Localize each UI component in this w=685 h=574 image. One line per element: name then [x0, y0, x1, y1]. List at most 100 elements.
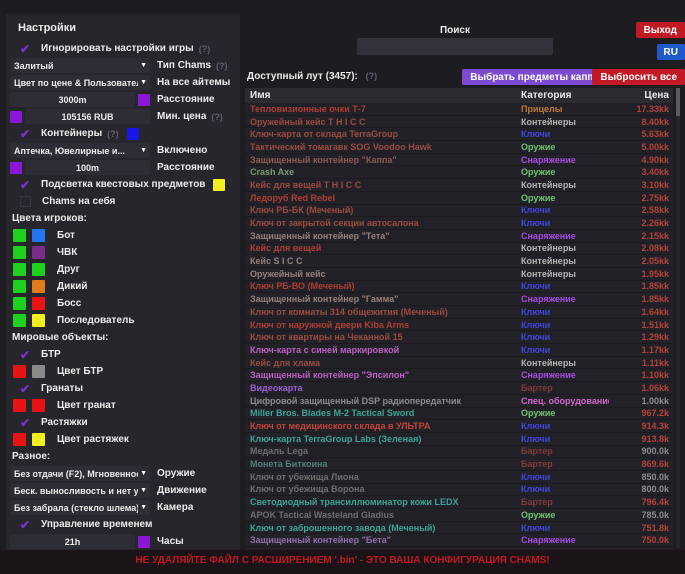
- color-swatch[interactable]: [138, 536, 150, 548]
- table-row[interactable]: Ключ от наружной двери Kiba ArmsКлючи1.5…: [245, 319, 673, 332]
- table-row[interactable]: Кейс для хламаКонтейнеры1.11kk: [245, 357, 673, 370]
- table-row[interactable]: Защищенный контейнер "Каппа"Снаряжение4.…: [245, 154, 673, 167]
- value-input[interactable]: 105156 RUB: [25, 109, 150, 124]
- dropdown[interactable]: Без отдачи (F2), Мгновенное п▼: [10, 466, 150, 481]
- column-header-category[interactable]: Категория: [521, 90, 609, 101]
- table-row[interactable]: Ключ от убежища ЛионаКлючи850.0k: [245, 471, 673, 484]
- table-row[interactable]: Защищенный контейнер "Тета"Снаряжение2.1…: [245, 230, 673, 243]
- table-row[interactable]: Монета БиткоинаБартер869.6k: [245, 458, 673, 471]
- color-swatch[interactable]: [127, 128, 139, 140]
- table-row[interactable]: Защищенный контейнер "Бета"Снаряжение750…: [245, 534, 673, 547]
- table-row[interactable]: Защищенный контейнер "Гамма"Снаряжение1.…: [245, 293, 673, 306]
- loot-table-body: Тепловизионные очки Т-7Прицелы17.33kkОру…: [245, 103, 673, 547]
- table-row[interactable]: Miller Bros. Blades M-2 Tactical SwordОр…: [245, 408, 673, 421]
- settings-row: ✔Подсветка квестовых предметов: [10, 176, 236, 193]
- item-category: Прицелы: [521, 104, 609, 114]
- color-swatch[interactable]: [10, 162, 22, 174]
- table-row[interactable]: Кейс для вещейКонтейнеры2.08kk: [245, 243, 673, 256]
- table-row[interactable]: Светодиодный трансиллюминатор кожи LEDXБ…: [245, 496, 673, 509]
- column-header-price[interactable]: Цена: [609, 90, 673, 101]
- table-row[interactable]: Ключ РБ-БК (Меченый)Ключи2.58kk: [245, 205, 673, 218]
- value-input[interactable]: 100m: [25, 160, 150, 175]
- table-row[interactable]: Оружейный кейс T H I C CКонтейнеры8.40kk: [245, 116, 673, 129]
- table-row[interactable]: Ключ-карта с синей маркировкойКлючи1.17k…: [245, 344, 673, 357]
- color-swatch[interactable]: [32, 433, 45, 446]
- color-swatch[interactable]: [32, 314, 45, 327]
- color-swatch[interactable]: [13, 314, 26, 327]
- loot-scrollbar[interactable]: [676, 88, 680, 548]
- color-swatch[interactable]: [13, 365, 26, 378]
- item-price: 869.6k: [609, 459, 673, 469]
- item-price: 1.17kk: [609, 345, 673, 355]
- table-row[interactable]: Защищенный контейнер "Эпсилон"Снаряжение…: [245, 369, 673, 382]
- table-row[interactable]: Тактический томагавк SOG Voodoo HawkОруж…: [245, 141, 673, 154]
- color-swatch[interactable]: [13, 297, 26, 310]
- item-price: 8.40kk: [609, 117, 673, 127]
- color-swatch[interactable]: [213, 179, 225, 191]
- color-swatch[interactable]: [13, 246, 26, 259]
- color-swatch[interactable]: [32, 246, 45, 259]
- color-swatch[interactable]: [13, 263, 26, 276]
- dropdown[interactable]: Аптечка, Ювелирные и...▼: [10, 143, 150, 158]
- dropdown[interactable]: Залитый▼: [10, 58, 150, 73]
- table-row[interactable]: Кейс для вещей T H I C CКонтейнеры3.10kk: [245, 179, 673, 192]
- table-row[interactable]: Ключ от убежища ВоронаКлючи800.0k: [245, 484, 673, 497]
- table-row[interactable]: Тепловизионные очки Т-7Прицелы17.33kk: [245, 103, 673, 116]
- check-icon[interactable]: ✔: [18, 518, 32, 532]
- item-price: 4.90kk: [609, 155, 673, 165]
- color-swatch[interactable]: [138, 94, 150, 106]
- exit-button[interactable]: Выход: [636, 22, 685, 38]
- table-row[interactable]: Ключ от заброшенного завода (Меченый)Клю…: [245, 522, 673, 535]
- check-icon[interactable]: ✔: [18, 416, 32, 430]
- color-swatch[interactable]: [13, 229, 26, 242]
- search-input[interactable]: [357, 38, 553, 55]
- table-row[interactable]: Ключ от закрытой секции автосалонаКлючи2…: [245, 217, 673, 230]
- table-row[interactable]: Ключ от комнаты 314 общежития (Меченый)К…: [245, 306, 673, 319]
- table-row[interactable]: Оружейный кейсКонтейнеры1.95kk: [245, 268, 673, 281]
- check-icon[interactable]: ✔: [18, 382, 32, 396]
- dropdown[interactable]: Цвет по цене & Пользователь▼: [10, 75, 150, 90]
- color-swatch[interactable]: [13, 433, 26, 446]
- drop-all-button[interactable]: Выбросить все: [592, 69, 685, 85]
- color-swatch[interactable]: [13, 399, 26, 412]
- table-row[interactable]: Цифровой защищенный DSP радиопередатчикС…: [245, 395, 673, 408]
- color-swatch[interactable]: [32, 263, 45, 276]
- color-swatch[interactable]: [32, 280, 45, 293]
- item-category: Оружие: [521, 193, 609, 203]
- check-icon[interactable]: ✔: [18, 42, 32, 56]
- table-row[interactable]: Ключ-карта от склада TerraGroupКлючи5.63…: [245, 128, 673, 141]
- settings-row: Цвет БТР: [10, 363, 236, 380]
- check-icon[interactable]: ✔: [18, 178, 32, 192]
- check-icon[interactable]: ✔: [18, 348, 32, 362]
- table-row[interactable]: ВидеокартаБартер1.06kk: [245, 382, 673, 395]
- checkbox[interactable]: [20, 196, 31, 207]
- table-row[interactable]: Ледоруб Red RebelОружие2.75kk: [245, 192, 673, 205]
- table-row[interactable]: Ключ РБ-ВО (Меченый)Ключи1.85kk: [245, 281, 673, 294]
- color-swatch[interactable]: [32, 297, 45, 310]
- table-row[interactable]: Медаль LegaБартер900.0k: [245, 446, 673, 459]
- table-row[interactable]: Crash AxeОружие3.40kk: [245, 166, 673, 179]
- input-wrap: 100m: [10, 160, 150, 175]
- color-swatch[interactable]: [10, 111, 22, 123]
- item-price: 5.00kk: [609, 142, 673, 152]
- table-row[interactable]: Ключ от квартиры на Чеканной 15Ключи1.29…: [245, 331, 673, 344]
- color-swatch[interactable]: [32, 365, 45, 378]
- dropdown[interactable]: Без забрала (стекло шлема)▼: [10, 500, 150, 515]
- table-row[interactable]: Ключ от медицинского склада в УЛЬТРАКлюч…: [245, 420, 673, 433]
- settings-row: Дикий: [10, 278, 236, 295]
- column-header-name[interactable]: Имя: [245, 90, 521, 101]
- color-swatch[interactable]: [13, 280, 26, 293]
- check-icon[interactable]: ✔: [18, 127, 32, 141]
- color-swatch[interactable]: [32, 399, 45, 412]
- value-input[interactable]: 21h: [10, 534, 135, 549]
- table-row[interactable]: APOK Tactical Wasteland GladiusОружие785…: [245, 509, 673, 522]
- dropdown-label: Тип Chams: [157, 60, 211, 71]
- language-button[interactable]: RU: [657, 44, 685, 60]
- value-input[interactable]: 3000m: [10, 92, 135, 107]
- dropdown[interactable]: Беск. выносливость и нет уста▼: [10, 483, 150, 498]
- table-row[interactable]: Кейс S I C CКонтейнеры2.05kk: [245, 255, 673, 268]
- select-kappa-items-button[interactable]: Выбрать предметы каппа: [462, 69, 607, 85]
- scrollbar-thumb[interactable]: [676, 88, 680, 116]
- color-swatch[interactable]: [32, 229, 45, 242]
- table-row[interactable]: Ключ-карта TerraGroup Labs (Зеленая)Ключ…: [245, 433, 673, 446]
